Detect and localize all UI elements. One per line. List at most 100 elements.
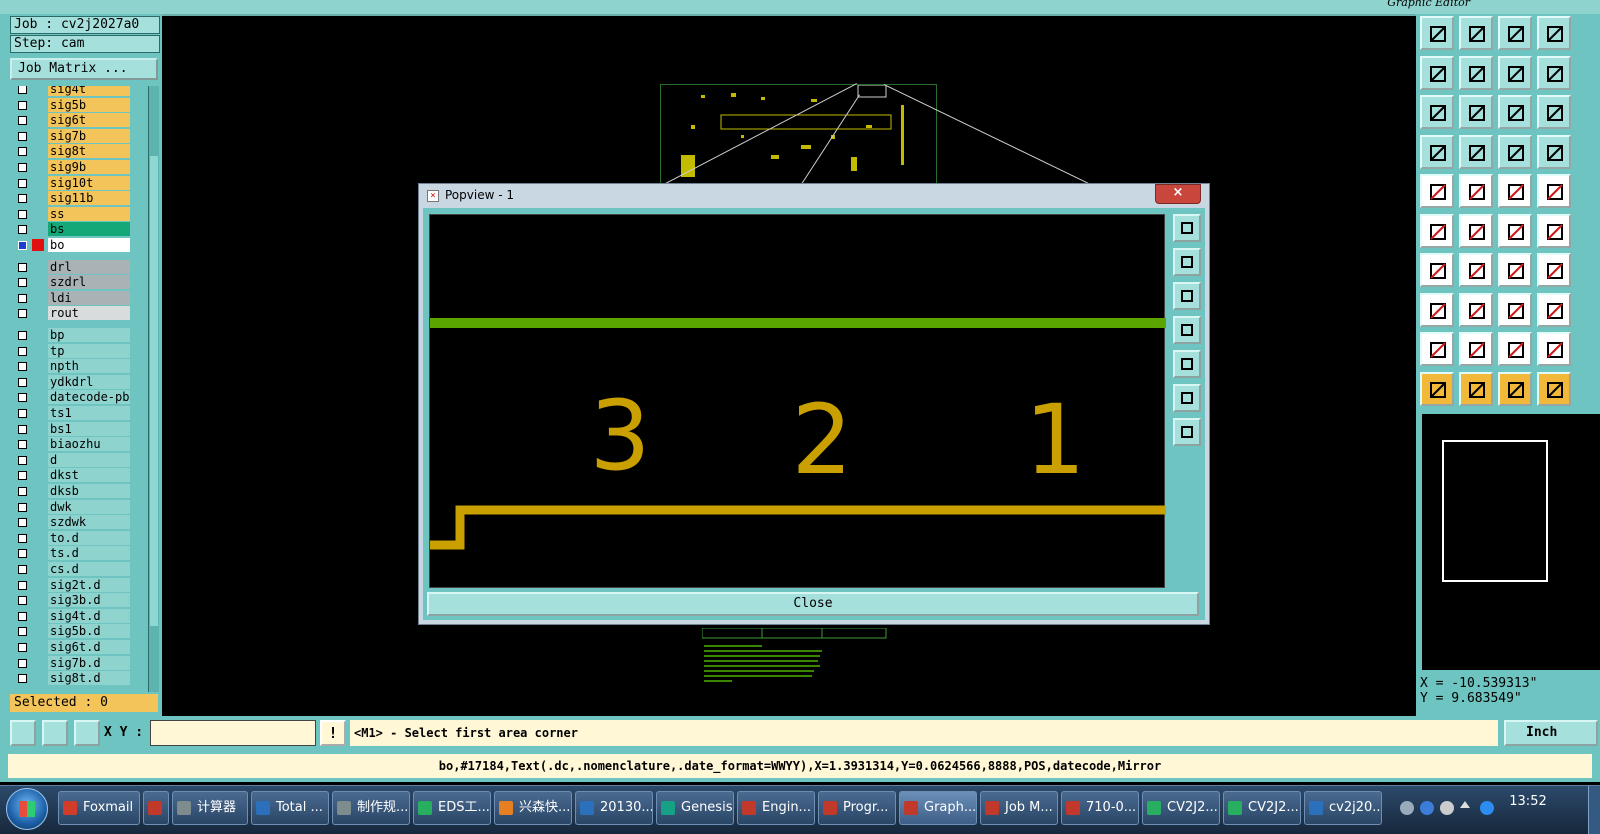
- layer-row[interactable]: to.d: [10, 530, 132, 546]
- layer-row[interactable]: sig4t.d: [10, 608, 132, 624]
- layer-name[interactable]: cs.d: [48, 562, 130, 576]
- layer-row[interactable]: ts1: [10, 406, 132, 421]
- peak-button[interactable]: [1459, 332, 1493, 366]
- layer-row[interactable]: dkst: [10, 468, 132, 483]
- drc-button[interactable]: [1498, 134, 1532, 169]
- layer-checkbox[interactable]: [18, 658, 27, 668]
- window-button[interactable]: [1537, 16, 1571, 50]
- taskbar-item[interactable]: Foxmail: [58, 791, 140, 825]
- taskbar-item[interactable]: CV2J2...: [1142, 791, 1220, 825]
- netlist-button[interactable]: [1537, 134, 1571, 169]
- close-button[interactable]: Close: [427, 592, 1199, 616]
- layer-row[interactable]: sig6t: [10, 113, 132, 128]
- layer-row[interactable]: sig5b: [10, 97, 132, 113]
- layer-name[interactable]: sig4t: [48, 86, 130, 96]
- layer-name[interactable]: sig5b.d: [48, 624, 130, 639]
- move-down-button[interactable]: [1459, 16, 1493, 50]
- layer-row[interactable]: szdwk: [10, 515, 132, 530]
- pan-left-button[interactable]: [1173, 316, 1201, 344]
- layer-checkbox[interactable]: [18, 116, 27, 126]
- minimap[interactable]: [1422, 414, 1600, 670]
- layer-row[interactable]: sig3b.d: [10, 593, 132, 608]
- zoom-in-button[interactable]: [1173, 384, 1201, 412]
- layer-checkbox[interactable]: [18, 377, 27, 387]
- layer-name[interactable]: sig6t: [48, 113, 130, 128]
- arc-button[interactable]: [1498, 213, 1532, 248]
- layer-name[interactable]: ts.d: [48, 546, 130, 561]
- layer-row[interactable]: sig5b.d: [10, 624, 132, 639]
- help-button[interactable]: [1537, 95, 1571, 129]
- taskbar-item[interactable]: CV2J2...: [1223, 791, 1301, 825]
- layer-checkbox[interactable]: [18, 580, 27, 590]
- layer-row[interactable]: sig7b: [10, 128, 132, 144]
- cursor-button[interactable]: [1420, 371, 1454, 406]
- pan-up-button[interactable]: [1173, 248, 1201, 276]
- layer-name[interactable]: ts1: [48, 406, 130, 420]
- layer-checkbox[interactable]: [18, 518, 27, 528]
- layer-checkbox[interactable]: [18, 331, 27, 340]
- snap-button[interactable]: [10, 720, 36, 746]
- layer-name[interactable]: datecode-pb: [48, 390, 130, 405]
- taskbar-item[interactable]: cv2j20...: [1304, 791, 1382, 825]
- layer-checkbox[interactable]: [18, 209, 27, 219]
- layer-checkbox[interactable]: [18, 674, 27, 684]
- split-button[interactable]: [1537, 253, 1571, 287]
- taskbar-item[interactable]: 20130...: [575, 791, 653, 825]
- ruler-button[interactable]: [1498, 174, 1532, 208]
- layer-checkbox[interactable]: [18, 241, 27, 250]
- layer-row[interactable]: sig7b.d: [10, 655, 132, 671]
- layer-name[interactable]: sig9b: [48, 160, 130, 174]
- stretch-button[interactable]: [1537, 55, 1571, 90]
- layer-name[interactable]: sig6t.d: [48, 640, 130, 654]
- layer-name[interactable]: bs1: [48, 421, 130, 436]
- line-button[interactable]: [1459, 174, 1493, 208]
- zoom-out-button[interactable]: [1173, 418, 1201, 446]
- layer-row[interactable]: cs.d: [10, 562, 132, 577]
- arrow-right-button[interactable]: [1459, 55, 1493, 90]
- layer-name[interactable]: ss: [48, 206, 130, 221]
- show-desktop-button[interactable]: [1588, 786, 1600, 834]
- layer-row[interactable]: ss: [10, 206, 132, 222]
- a-alt-button[interactable]: [1537, 332, 1571, 366]
- pan-down-button[interactable]: [1173, 282, 1201, 310]
- layer-name[interactable]: d: [48, 452, 130, 467]
- layer-name[interactable]: szdrl: [48, 275, 130, 290]
- layer-checkbox[interactable]: [18, 487, 27, 496]
- close-icon[interactable]: ×: [1155, 184, 1201, 204]
- a-button[interactable]: [1498, 332, 1532, 366]
- node-button[interactable]: [1420, 213, 1454, 248]
- layer-row[interactable]: npth: [10, 359, 132, 374]
- move-up-button[interactable]: [1420, 16, 1454, 50]
- taskbar-item[interactable]: 计算器: [172, 791, 248, 825]
- mirror-button[interactable]: [1498, 292, 1532, 327]
- layer-name[interactable]: sig4t.d: [48, 608, 130, 623]
- clock[interactable]: 13:52: [1498, 794, 1558, 809]
- layer-name[interactable]: rout: [48, 306, 130, 321]
- zoom-home-button[interactable]: [1173, 214, 1201, 242]
- layer-checkbox[interactable]: [18, 549, 27, 559]
- layer-name[interactable]: npth: [48, 359, 130, 374]
- taskbar-item[interactable]: Total ...: [251, 791, 329, 825]
- zoom-button[interactable]: [1459, 95, 1493, 129]
- layer-row[interactable]: sig2t.d: [10, 577, 132, 593]
- redline-button[interactable]: [1459, 134, 1493, 169]
- layer-row[interactable]: rout: [10, 306, 132, 321]
- layer-name[interactable]: ldi: [48, 290, 130, 305]
- layer-row[interactable]: sig9b: [10, 160, 132, 175]
- layer-row[interactable]: drl: [10, 259, 132, 275]
- layer-checkbox[interactable]: [18, 278, 27, 288]
- layer-name[interactable]: sig8t: [48, 144, 130, 159]
- layer-checkbox[interactable]: [18, 424, 27, 434]
- layer-name[interactable]: dkst: [48, 468, 130, 483]
- popview-canvas[interactable]: 3 2 1: [429, 214, 1166, 588]
- layer-name[interactable]: sig2t.d: [48, 577, 130, 592]
- cursor-box-button[interactable]: [1459, 371, 1493, 406]
- layer-checkbox[interactable]: [18, 225, 27, 235]
- layer-name[interactable]: ydkdrl: [48, 374, 130, 389]
- layers-button[interactable]: [1420, 134, 1454, 169]
- layer-checkbox[interactable]: [18, 455, 27, 465]
- cursor-net-button[interactable]: [1537, 371, 1571, 406]
- layer-row[interactable]: sig10t: [10, 175, 132, 191]
- layer-checkbox[interactable]: [18, 362, 27, 372]
- pad-button[interactable]: [1420, 174, 1454, 208]
